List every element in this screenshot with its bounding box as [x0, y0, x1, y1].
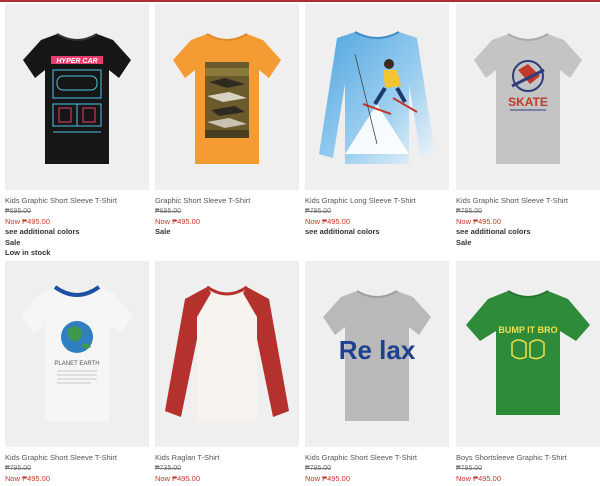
- original-price: ₱795.00: [456, 465, 483, 472]
- product-image[interactable]: BUMP IT BRO: [456, 261, 600, 447]
- product-card[interactable]: SKATE Kids Graphic Short Sleeve T-Shirt …: [456, 4, 600, 248]
- original-price: ₱695.00: [155, 208, 182, 215]
- see-additional-colors-link[interactable]: see additional colors: [305, 227, 449, 238]
- product-card[interactable]: Kids Graphic Long Sleeve T-Shirt ₱795.00…: [305, 4, 449, 238]
- product-title[interactable]: Kids Raglan T-Shirt: [155, 453, 299, 463]
- graphic-text: PLANET EARTH: [54, 361, 99, 367]
- sale-price: Now ₱495.00: [456, 474, 502, 483]
- product-title[interactable]: Kids Graphic Short Sleeve T-Shirt: [5, 196, 149, 206]
- sale-label: Sale: [155, 227, 171, 236]
- product-card[interactable]: Re lax Kids Graphic Short Sleeve T-Shirt…: [305, 261, 449, 484]
- sale-label: Sale: [5, 237, 21, 247]
- sale-price: Now ₱495.00: [155, 474, 201, 483]
- see-additional-colors-link[interactable]: see additional colors: [5, 227, 149, 238]
- sale-price: Now ₱495.00: [5, 474, 51, 483]
- graphic-text: BUMP IT BRO: [498, 325, 557, 335]
- sale-price: Now ₱495.00: [305, 217, 351, 226]
- sale-price: Now ₱495.00: [5, 217, 51, 226]
- product-image[interactable]: Re lax: [305, 261, 449, 447]
- original-price: ₱795.00: [5, 465, 32, 472]
- product-title[interactable]: Kids Graphic Short Sleeve T-Shirt: [456, 196, 600, 206]
- low-in-stock-label: Low in stock: [5, 248, 51, 257]
- original-price: ₱795.00: [305, 465, 332, 472]
- product-image[interactable]: HYPER CAR: [5, 4, 149, 190]
- original-price: ₱695.00: [5, 208, 32, 215]
- see-additional-colors-link[interactable]: see additional colors: [456, 227, 600, 238]
- product-card[interactable]: Kids Raglan T-Shirt ₱735.00 Now ₱495.00: [155, 261, 299, 484]
- sale-price: Now ₱495.00: [305, 474, 351, 483]
- product-title[interactable]: Kids Graphic Short Sleeve T-Shirt: [5, 453, 149, 463]
- product-card[interactable]: PLANET EARTH Kids Graphic Short Sleeve T…: [5, 261, 149, 484]
- top-accent-line: [0, 0, 600, 2]
- graphic-text: SKATE: [508, 95, 548, 109]
- product-image[interactable]: PLANET EARTH: [5, 261, 149, 447]
- original-price: ₱795.00: [305, 208, 332, 215]
- product-title[interactable]: Boys Shortsleeve Graphic T-Shirt: [456, 453, 600, 463]
- product-image[interactable]: [305, 4, 449, 190]
- product-card[interactable]: BUMP IT BRO Boys Shortsleeve Graphic T-S…: [456, 261, 600, 484]
- product-image[interactable]: SKATE: [456, 4, 600, 190]
- product-image[interactable]: [155, 261, 299, 447]
- original-price: ₱735.00: [155, 465, 182, 472]
- product-title[interactable]: Kids Graphic Short Sleeve T-Shirt: [305, 453, 449, 463]
- graphic-text: Re lax: [339, 335, 416, 365]
- graphic-text: HYPER CAR: [56, 58, 97, 65]
- sale-label: Sale: [456, 237, 472, 247]
- sale-price: Now ₱495.00: [155, 217, 201, 226]
- product-card[interactable]: Graphic Short Sleeve T-Shirt ₱695.00 Now…: [155, 4, 299, 238]
- sale-price: Now ₱495.00: [456, 217, 502, 226]
- product-card[interactable]: HYPER CAR Kids Graphic Short Sleeve T-Sh…: [5, 4, 149, 259]
- product-image[interactable]: [155, 4, 299, 190]
- product-title[interactable]: Graphic Short Sleeve T-Shirt: [155, 196, 299, 206]
- original-price: ₱795.00: [456, 208, 483, 215]
- product-title[interactable]: Kids Graphic Long Sleeve T-Shirt: [305, 196, 449, 206]
